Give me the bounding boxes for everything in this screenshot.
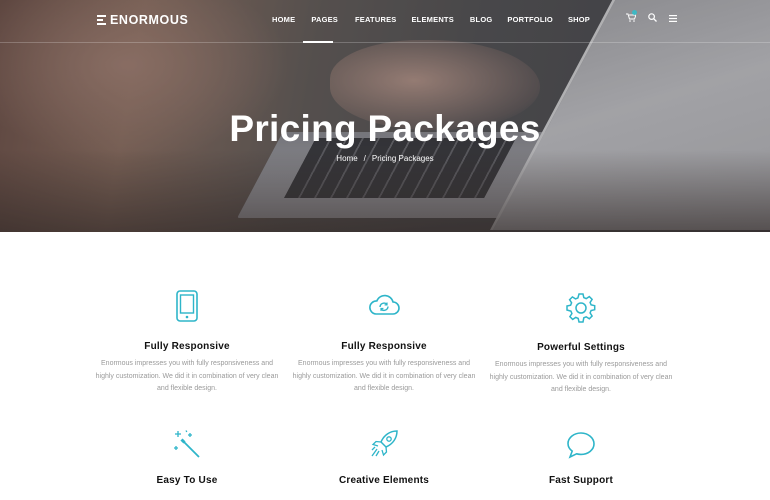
menu-icon[interactable] [669, 14, 677, 24]
gear-icon [488, 292, 674, 326]
features-section: Fully Responsive Enormous impresses you … [0, 232, 770, 500]
nav-item-home[interactable]: HOME [272, 15, 295, 24]
breadcrumb-separator: / [363, 154, 366, 163]
nav-item-pages[interactable]: PAGES [311, 15, 338, 24]
feature-title: Creative Elements [338, 475, 430, 486]
hero-banner: ENORMOUS HOME PAGES FEATURES ELEMENTS BL… [0, 0, 770, 232]
rocket-icon [291, 429, 477, 461]
feature-card: Creative Elements [291, 429, 477, 486]
nav-item-elements[interactable]: ELEMENTS [411, 15, 453, 24]
feature-title: Fully Responsive [144, 341, 230, 352]
breadcrumb-current: Pricing Packages [371, 154, 434, 163]
feature-text: Enormous impresses you with fully respon… [489, 361, 673, 393]
nav-item-shop[interactable]: SHOP [568, 15, 590, 24]
search-icon[interactable] [648, 13, 657, 24]
brand-name: ENORMOUS [110, 13, 189, 27]
feature-card: Fully Responsive Enormous impresses you … [94, 290, 280, 396]
feature-title: Fully Responsive [341, 341, 427, 352]
logo-mark-icon [97, 13, 106, 27]
feature-text: Enormous impresses you with fully respon… [292, 360, 476, 392]
chat-bubble-icon [488, 431, 674, 461]
tablet-icon [94, 290, 280, 326]
breadcrumb: Home / Pricing Packages [0, 154, 770, 163]
magic-wand-icon [94, 429, 280, 461]
main-menu: HOME PAGES FEATURES ELEMENTS BLOG PORTFO… [272, 15, 590, 24]
active-nav-indicator [303, 41, 333, 43]
feature-title: Fast Support [548, 475, 614, 486]
feature-title: Easy To Use [156, 475, 218, 486]
nav-actions [626, 10, 677, 24]
top-navigation: ENORMOUS HOME PAGES FEATURES ELEMENTS BL… [0, 0, 770, 43]
cart-badge [632, 10, 637, 15]
feature-card: Easy To Use [94, 429, 280, 486]
cloud-sync-icon [291, 294, 477, 326]
page-title: Pricing Packages [229, 108, 541, 149]
feature-card: Powerful Settings Enormous impresses you… [488, 292, 674, 397]
nav-item-blog[interactable]: BLOG [470, 15, 492, 24]
site-logo[interactable]: ENORMOUS [97, 13, 188, 27]
breadcrumb-home[interactable]: Home [336, 154, 357, 163]
nav-item-features[interactable]: FEATURES [355, 15, 396, 24]
feature-title: Powerful Settings [537, 342, 625, 353]
feature-text: Enormous impresses you with fully respon… [95, 360, 279, 392]
nav-item-portfolio[interactable]: PORTFOLIO [507, 15, 553, 24]
cart-icon[interactable] [626, 10, 637, 24]
feature-card: Fully Responsive Enormous impresses you … [291, 294, 477, 396]
feature-card: Fast Support [488, 431, 674, 486]
